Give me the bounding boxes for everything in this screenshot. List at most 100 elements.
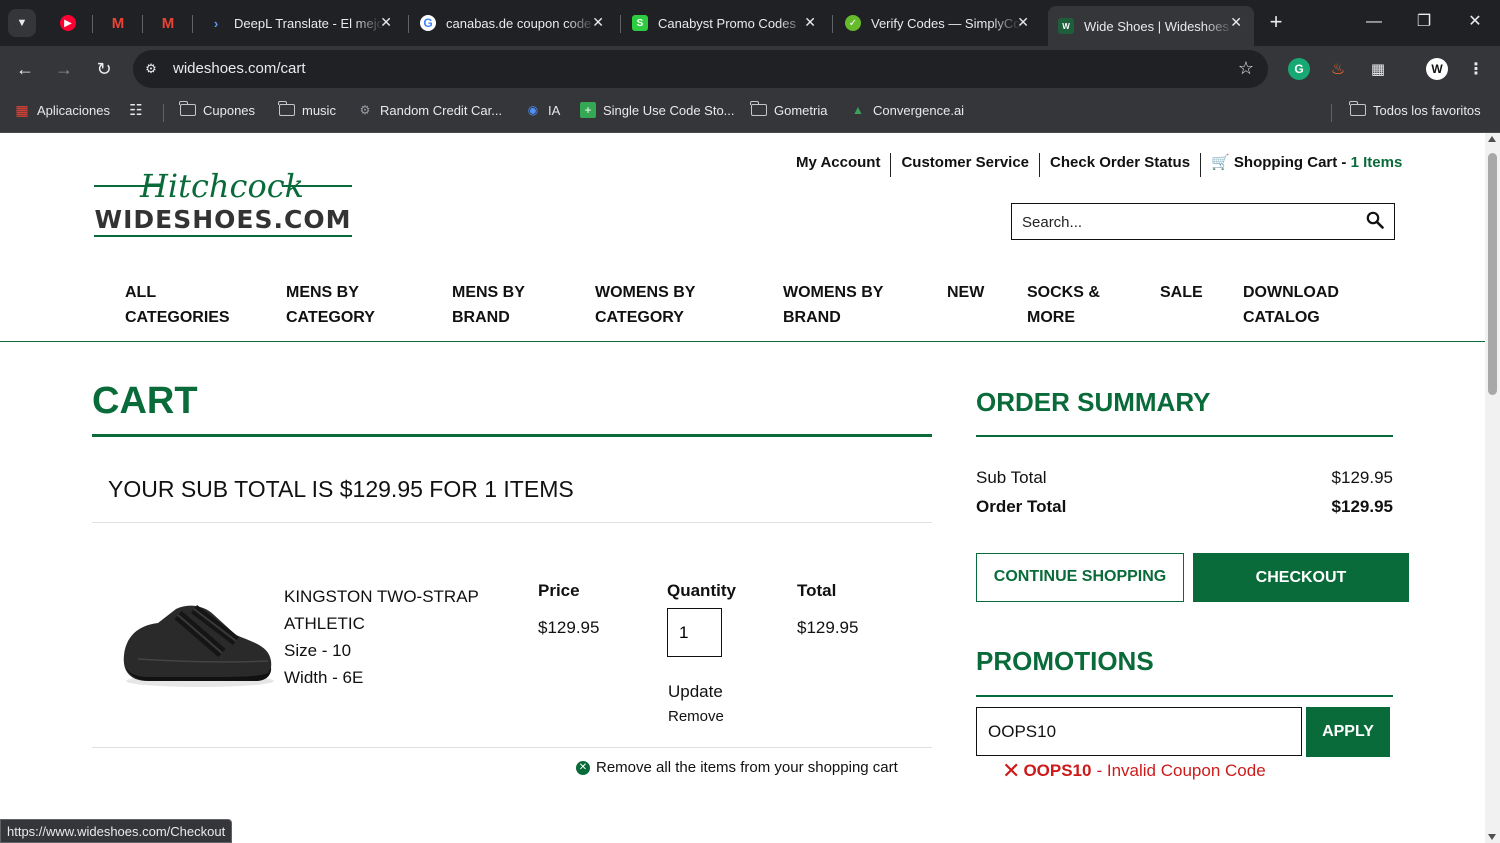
subtotal-value: $129.95: [1331, 468, 1393, 487]
nav-mens-by-category[interactable]: MENS BY CATEGORY: [286, 280, 375, 330]
nav-label-line: SOCKS &: [1027, 284, 1100, 301]
item-price: $129.95: [538, 618, 600, 637]
shopping-cart-label: Shopping Cart -: [1233, 154, 1347, 171]
bookmark-folder-music[interactable]: music: [278, 101, 336, 118]
scrollbar-thumb[interactable]: [1488, 153, 1497, 395]
back-button[interactable]: ←: [13, 57, 37, 81]
scroll-down-arrow-icon[interactable]: [1488, 834, 1496, 840]
tab-google-search[interactable]: G canabas.de coupon code ✕: [410, 6, 616, 40]
close-window-button[interactable]: ✕: [1463, 10, 1487, 34]
apply-promo-button[interactable]: APPLY: [1306, 707, 1390, 757]
nav-label-line: DOWNLOAD: [1243, 284, 1339, 301]
tab-wideshoes-active[interactable]: W Wide Shoes | Wideshoes ✕: [1048, 6, 1254, 46]
minimize-button[interactable]: —: [1362, 10, 1386, 34]
nav-womens-by-brand[interactable]: WOMENS BY BRAND: [783, 280, 883, 330]
bookmark-label: Gometria: [774, 102, 828, 118]
nav-sale[interactable]: SALE: [1160, 280, 1203, 305]
bookmarks-bar: ▦ Aplicaciones ☷ Cupones music ⚙ Random …: [0, 92, 1500, 133]
extensions-puzzle-icon[interactable]: ▦: [1367, 58, 1389, 80]
remove-link[interactable]: Remove: [668, 708, 724, 725]
order-total-label: Order Total: [976, 497, 1067, 516]
bookmark-ia[interactable]: ◉ IA: [525, 102, 561, 118]
customer-service-link[interactable]: Customer Service: [891, 153, 1041, 177]
tab-search-button[interactable]: ▼: [8, 9, 36, 37]
nav-label-line: WOMENS BY: [595, 284, 696, 301]
fire-extension-icon[interactable]: ♨: [1327, 58, 1349, 80]
nav-womens-by-category[interactable]: WOMENS BY CATEGORY: [595, 280, 695, 330]
close-icon: ✕: [1468, 13, 1482, 30]
new-tab-button[interactable]: +: [1264, 10, 1288, 34]
close-icon[interactable]: ✕: [592, 14, 604, 31]
gmail-icon: M: [161, 14, 175, 32]
arrow-right-icon: →: [55, 59, 73, 79]
close-icon[interactable]: ✕: [804, 14, 816, 31]
bookmark-label: music: [302, 102, 336, 118]
tab-gmail-1[interactable]: M: [100, 6, 138, 40]
bookmark-single-use-code[interactable]: + Single Use Code Sto...: [580, 102, 735, 118]
bookmark-folder-cupones[interactable]: Cupones: [179, 101, 255, 118]
promo-code-input[interactable]: [977, 708, 1301, 755]
menu-kebab-icon[interactable]: ⋮: [1465, 58, 1487, 80]
nav-all-categories[interactable]: ALL CATEGORIES: [125, 280, 230, 330]
nav-download-catalog[interactable]: DOWNLOAD CATALOG: [1243, 280, 1339, 330]
subtotal-row: Sub Total $129.95: [976, 468, 1393, 488]
grammarly-extension-icon[interactable]: G: [1288, 58, 1310, 80]
tab-simplycodes[interactable]: ✓ Verify Codes — SimplyCodes ✕: [835, 6, 1041, 40]
url-text[interactable]: wideshoes.com/cart: [173, 60, 306, 77]
profile-avatar[interactable]: W: [1426, 58, 1448, 80]
nav-socks-and-more[interactable]: SOCKS & MORE: [1027, 280, 1100, 330]
tab-gmail-2[interactable]: M: [150, 6, 188, 40]
error-text: - Invalid Coupon Code: [1096, 761, 1266, 780]
tab-youtube-music[interactable]: ▶: [50, 6, 88, 40]
divider: [92, 522, 932, 523]
update-link[interactable]: Update: [668, 682, 723, 702]
checkout-button[interactable]: CHECKOUT: [1193, 553, 1409, 602]
forward-button[interactable]: →: [52, 57, 76, 81]
divider: [92, 747, 932, 748]
check-order-status-link[interactable]: Check Order Status: [1040, 153, 1202, 177]
tab-deepl[interactable]: › DeepL Translate - El mejor ✕: [198, 6, 404, 40]
nav-mens-by-brand[interactable]: MENS BY BRAND: [452, 280, 525, 330]
search-input[interactable]: [1022, 211, 1352, 233]
close-icon[interactable]: ✕: [1230, 14, 1242, 31]
product-info: KINGSTON TWO-STRAP ATHLETIC Size - 10 Wi…: [284, 583, 479, 691]
search-icon[interactable]: [1366, 211, 1384, 229]
cart-subtotal-message: YOUR SUB TOTAL IS $129.95 FOR 1 ITEMS: [108, 476, 574, 502]
product-size: Size - 10: [284, 641, 352, 660]
bookmark-folder-gometria[interactable]: Gometria: [750, 101, 828, 118]
restore-button[interactable]: ❐: [1412, 10, 1436, 34]
page-scrollbar[interactable]: [1485, 133, 1500, 843]
plus-icon: +: [1269, 9, 1283, 34]
bookmark-convergence[interactable]: ▲ Convergence.ai: [850, 102, 964, 118]
close-icon[interactable]: ✕: [1017, 14, 1029, 31]
bookmark-star-icon[interactable]: ☆: [1238, 58, 1254, 79]
site-info-icon[interactable]: ⚙: [143, 61, 159, 77]
wideshoes-logo[interactable]: Hitchcock WIDESHOES.COM: [92, 163, 354, 241]
address-bar[interactable]: ⚙ wideshoes.com/cart ☆: [133, 50, 1268, 88]
nav-label-line: SALE: [1160, 284, 1203, 301]
nav-label-line: BRAND: [452, 309, 510, 326]
bookmark-random-credit-card[interactable]: ⚙ Random Credit Car...: [357, 102, 503, 118]
product-name[interactable]: ATHLETIC: [284, 610, 479, 637]
scroll-up-arrow-icon[interactable]: [1488, 136, 1496, 142]
nav-new[interactable]: NEW: [947, 280, 984, 305]
continue-shopping-button[interactable]: CONTINUE SHOPPING: [976, 553, 1184, 602]
grid-icon: ☷: [129, 102, 143, 119]
quantity-input[interactable]: [668, 609, 721, 656]
reload-button[interactable]: ↻: [92, 57, 116, 81]
cart-title: CART: [92, 380, 198, 422]
bookmark-label: Single Use Code Sto...: [603, 102, 735, 118]
bookmark-grid[interactable]: ☷: [128, 102, 151, 119]
minimize-icon: —: [1366, 13, 1382, 30]
bookmark-all-favorites[interactable]: Todos los favoritos: [1349, 101, 1481, 118]
restore-icon: ❐: [1416, 13, 1432, 30]
remove-all-items-link[interactable]: ✕ Remove all the items from your shoppin…: [576, 759, 898, 776]
product-image-shoe[interactable]: [118, 595, 278, 695]
tab-canabyst[interactable]: S Canabyst Promo Codes ✕: [622, 6, 828, 40]
shopping-cart-link[interactable]: 🛒 Shopping Cart - 1 Items: [1201, 153, 1412, 177]
bookmark-apps[interactable]: ▦ Aplicaciones: [14, 102, 110, 118]
product-name[interactable]: KINGSTON TWO-STRAP: [284, 583, 479, 610]
my-account-link[interactable]: My Account: [786, 153, 892, 177]
main-navigation: ALL CATEGORIES MENS BY CATEGORY MENS BY BRA…: [0, 278, 1485, 342]
close-icon[interactable]: ✕: [380, 14, 392, 31]
